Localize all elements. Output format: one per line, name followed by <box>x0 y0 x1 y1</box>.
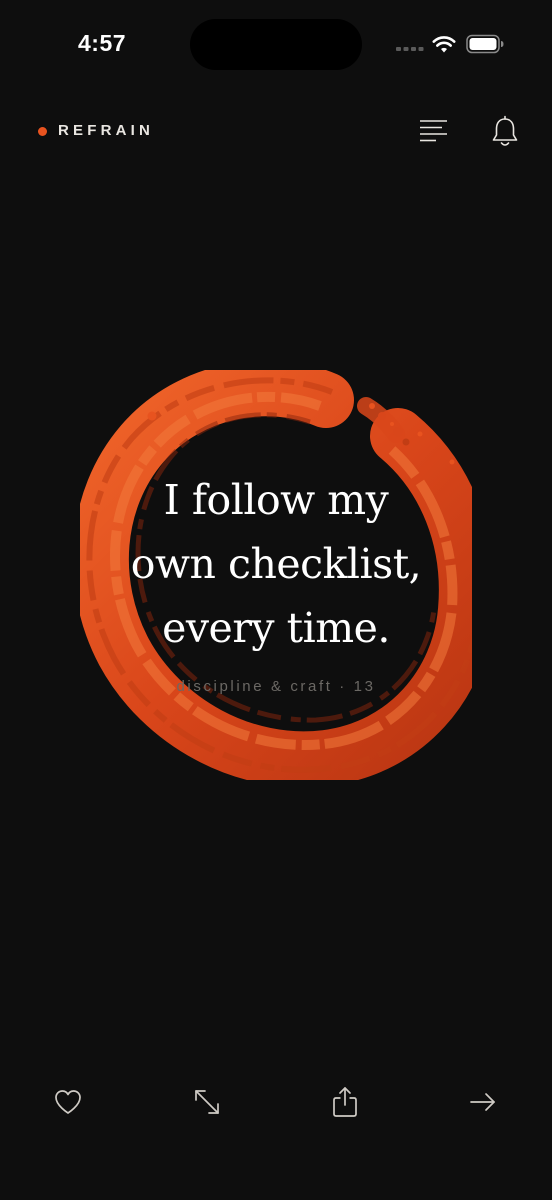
wifi-icon <box>432 36 456 53</box>
dynamic-island <box>190 19 362 70</box>
signal-icon <box>396 47 424 51</box>
menu-button[interactable] <box>416 116 452 148</box>
brand-dot <box>38 127 47 136</box>
affirmation-text: I follow my own checklist, every time. <box>130 476 422 652</box>
share-icon <box>333 1087 357 1117</box>
status-bar: 4:57 <box>0 0 552 90</box>
menu-lines-icon <box>420 120 447 142</box>
like-button[interactable] <box>42 1076 94 1128</box>
battery-icon <box>466 34 504 54</box>
heart-icon <box>55 1090 81 1114</box>
next-button[interactable] <box>457 1076 509 1128</box>
share-button[interactable] <box>319 1076 371 1128</box>
expand-icon <box>195 1090 219 1114</box>
brand-name: REFRAIN <box>58 122 155 139</box>
affirmation-meta: discipline & craft · 13 <box>176 678 376 695</box>
arrow-right-icon <box>470 1093 495 1111</box>
notifications-button[interactable] <box>488 114 522 150</box>
status-time: 4:57 <box>78 30 127 56</box>
app-header: REFRAIN <box>0 110 552 154</box>
bell-icon <box>492 115 518 146</box>
expand-button[interactable] <box>181 1076 233 1128</box>
bottom-toolbar <box>0 1076 552 1128</box>
